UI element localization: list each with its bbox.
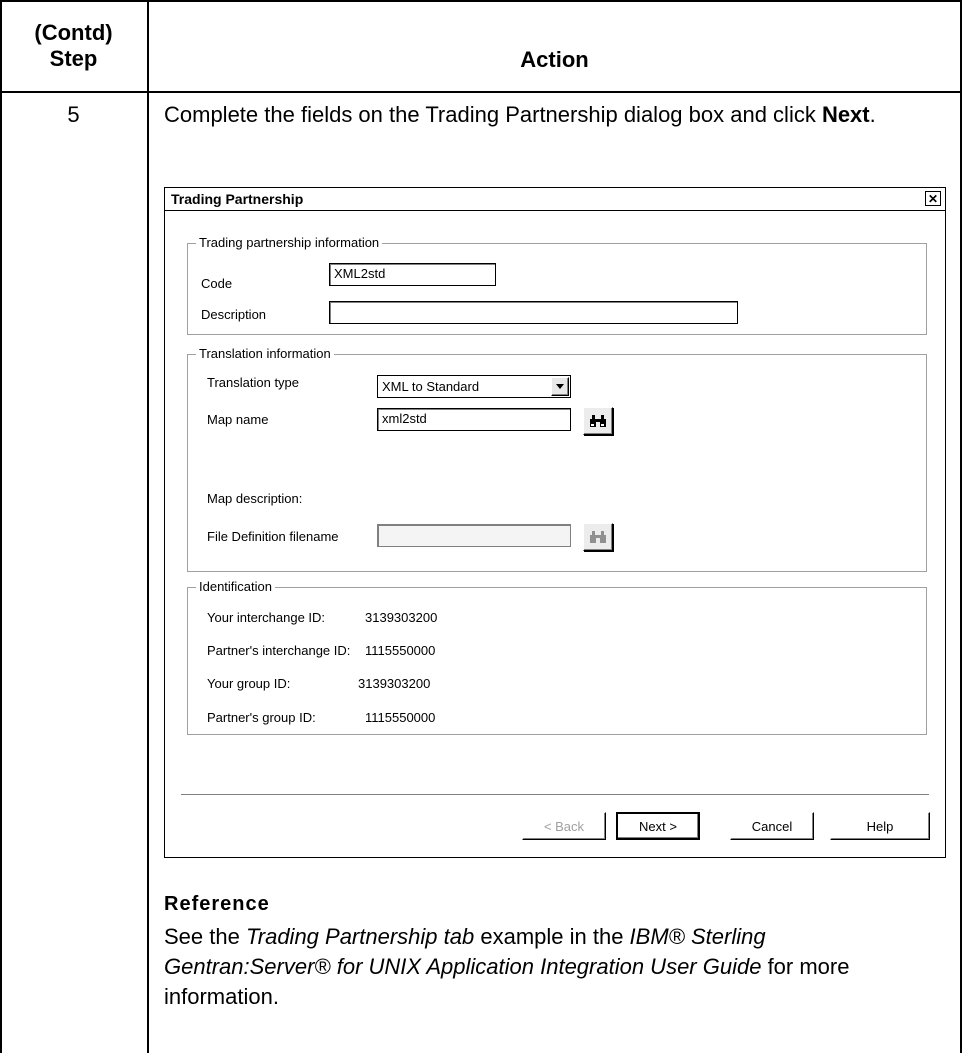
reference-text-2: example in the — [474, 924, 630, 949]
translation-info-group-label: Translation information — [196, 346, 334, 361]
code-label: Code — [201, 276, 233, 291]
translation-type-label: Translation type — [207, 375, 300, 390]
translation-type-select[interactable]: XML to Standard — [377, 375, 571, 398]
tp-info-group-label: Trading partnership information — [196, 235, 383, 250]
description-label: Description — [201, 307, 267, 322]
binoculars-icon — [590, 531, 606, 543]
translation-type-value: XML to Standard — [382, 379, 480, 394]
dialog-title: Trading Partnership — [171, 191, 304, 207]
your-interchange-label: Your interchange ID: — [207, 610, 326, 625]
partner-interchange-label: Partner's interchange ID: — [207, 643, 351, 658]
back-button[interactable]: < Back — [522, 812, 606, 840]
partner-group-value: 1115550000 — [365, 710, 436, 725]
column-divider — [147, 0, 149, 1053]
reference-italic-1: Trading Partnership tab — [245, 924, 475, 949]
map-name-label: Map name — [207, 412, 269, 427]
step-header-line2: Step — [49, 45, 98, 71]
your-group-value: 3139303200 — [358, 676, 431, 691]
reference-body: See the Trading Partnership tab example … — [164, 922, 904, 1012]
your-group-label: Your group ID: — [207, 676, 291, 691]
next-button[interactable]: Next > — [616, 812, 700, 840]
instruction-end: . — [869, 102, 876, 127]
button-separator — [181, 794, 929, 796]
step-number: 5 — [67, 102, 80, 127]
instruction-text: Complete the fields on the Trading Partn… — [164, 102, 822, 127]
description-field[interactable] — [329, 301, 738, 324]
map-description-label: Map description: — [207, 491, 303, 506]
trading-partnership-dialog: Trading Partnership ✕ Trading partnershi… — [164, 187, 946, 858]
step-header-line1: (Contd) — [34, 19, 113, 45]
partner-group-label: Partner's group ID: — [207, 710, 316, 725]
cancel-button[interactable]: Cancel — [730, 812, 814, 840]
file-definition-field[interactable] — [377, 524, 571, 547]
help-button[interactable]: Help — [830, 812, 930, 840]
reference-text-1: See the — [164, 924, 246, 949]
file-definition-label: File Definition filename — [207, 529, 339, 544]
header-divider — [0, 91, 962, 93]
reference-title: Reference — [164, 893, 270, 915]
action-column-header: Action — [520, 47, 589, 72]
instruction-bold: Next — [821, 102, 870, 127]
close-icon[interactable]: ✕ — [925, 191, 941, 206]
map-browse-button[interactable] — [583, 407, 613, 435]
identification-group-label: Identification — [196, 579, 275, 594]
chevron-down-icon[interactable] — [551, 377, 569, 396]
partner-interchange-value: 1115550000 — [365, 643, 436, 658]
step-instruction: Complete the fields on the Trading Partn… — [164, 100, 954, 130]
file-browse-button[interactable] — [583, 523, 613, 551]
code-field[interactable]: XML2std — [329, 263, 496, 286]
step-column-header: (Contd) Step — [0, 0, 147, 91]
your-interchange-value: 3139303200 — [365, 610, 438, 625]
binoculars-icon — [590, 415, 606, 427]
dialog-titlebar: Trading Partnership ✕ — [165, 188, 945, 211]
map-name-field[interactable]: xml2std — [377, 408, 571, 431]
